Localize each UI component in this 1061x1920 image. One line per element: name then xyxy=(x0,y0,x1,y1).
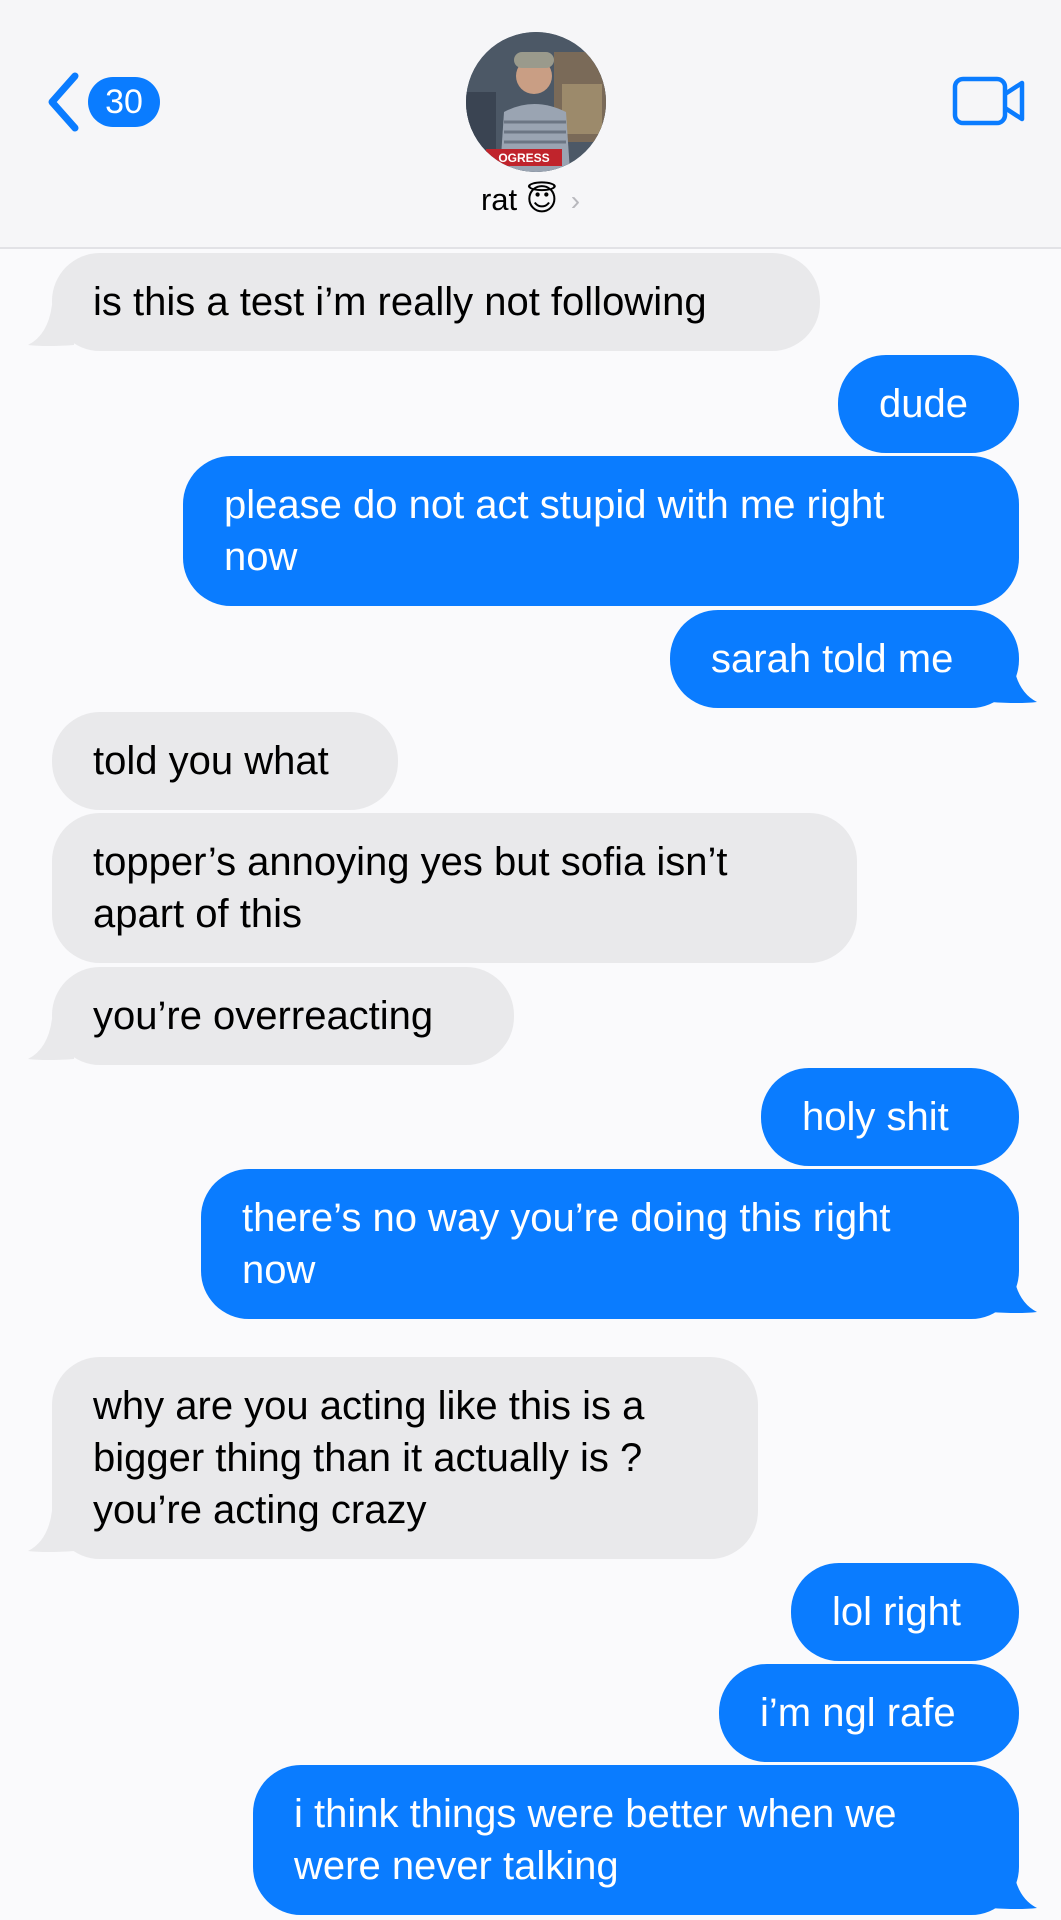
message-text: i’m ngl rafe xyxy=(760,1691,956,1735)
message-text: lol right xyxy=(832,1590,961,1634)
message-bubble-outgoing[interactable]: there’s no way you’re doing this right n… xyxy=(201,1169,1019,1319)
message-text: you’re acting crazy xyxy=(93,1488,427,1532)
back-button[interactable]: 30 xyxy=(46,70,160,134)
message-text: you’re overreacting xyxy=(93,994,434,1038)
message-text: i think things were better when we xyxy=(294,1792,897,1836)
bubble-tail-incoming xyxy=(28,1511,74,1552)
message-bubble-outgoing[interactable]: lol right xyxy=(791,1563,1019,1661)
avatar-photo: OGRESS xyxy=(466,32,606,172)
message-text: apart of this xyxy=(93,892,303,936)
message-text: is this a test i’m really not following xyxy=(93,280,707,324)
message-text: holy shit xyxy=(802,1095,949,1139)
message-bubble-outgoing[interactable]: holy shit xyxy=(761,1068,1019,1166)
bubble-tail-outgoing xyxy=(991,1868,1037,1909)
message-text: told you what xyxy=(93,739,329,783)
unread-count-badge: 30 xyxy=(88,77,160,127)
message-text: please do not act stupid with me right xyxy=(224,483,885,527)
chevron-right-icon: › xyxy=(570,185,581,216)
video-camera-icon xyxy=(952,76,1025,126)
message-text: were never talking xyxy=(294,1844,619,1888)
message-bubble-incoming[interactable]: is this a test i’m really not following xyxy=(52,253,820,351)
bubble-tail-outgoing xyxy=(991,662,1037,703)
contact-name-button[interactable]: rat 😇 › xyxy=(0,177,1061,224)
bubble-tail-incoming xyxy=(28,1019,74,1060)
avatar-sign-text: OGRESS xyxy=(498,151,549,165)
message-text: now xyxy=(224,535,298,579)
conversation-header: 30 OGRESS rat 😇 › xyxy=(0,0,1061,249)
message-bubble-outgoing[interactable]: please do not act stupid with me right n… xyxy=(183,456,1019,606)
message-bubble-outgoing[interactable]: i think things were better when we were … xyxy=(253,1765,1019,1915)
chevron-left-icon xyxy=(48,72,79,132)
contact-name: rat xyxy=(480,182,518,217)
message-bubble-incoming[interactable]: why are you acting like this is a bigger… xyxy=(52,1357,758,1559)
message-bubble-outgoing[interactable]: i’m ngl rafe xyxy=(719,1664,1019,1762)
message-text: topper’s annoying yes but sofia isn’t xyxy=(93,840,728,884)
message-bubble-outgoing[interactable]: dude xyxy=(838,355,1019,453)
message-text: why are you acting like this is a xyxy=(93,1384,645,1428)
message-text: dude xyxy=(879,382,968,426)
message-bubble-outgoing[interactable]: sarah told me xyxy=(670,610,1019,708)
message-text: bigger thing than it actually is ? xyxy=(93,1436,643,1480)
contact-emoji: 😇 xyxy=(525,182,559,217)
message-bubble-incoming[interactable]: topper’s annoying yes but sofia isn’t ap… xyxy=(52,813,857,963)
bubble-tail-incoming xyxy=(28,305,74,346)
message-text: there’s no way you’re doing this right xyxy=(242,1196,891,1240)
bubble-tail-outgoing xyxy=(991,1272,1037,1313)
facetime-video-button[interactable] xyxy=(952,76,1026,126)
message-bubble-incoming[interactable]: told you what xyxy=(52,712,398,810)
contact-avatar[interactable]: OGRESS xyxy=(466,32,606,172)
message-text: sarah told me xyxy=(711,637,954,681)
message-text: now xyxy=(242,1248,316,1292)
message-bubble-incoming[interactable]: you’re overreacting xyxy=(52,967,514,1065)
